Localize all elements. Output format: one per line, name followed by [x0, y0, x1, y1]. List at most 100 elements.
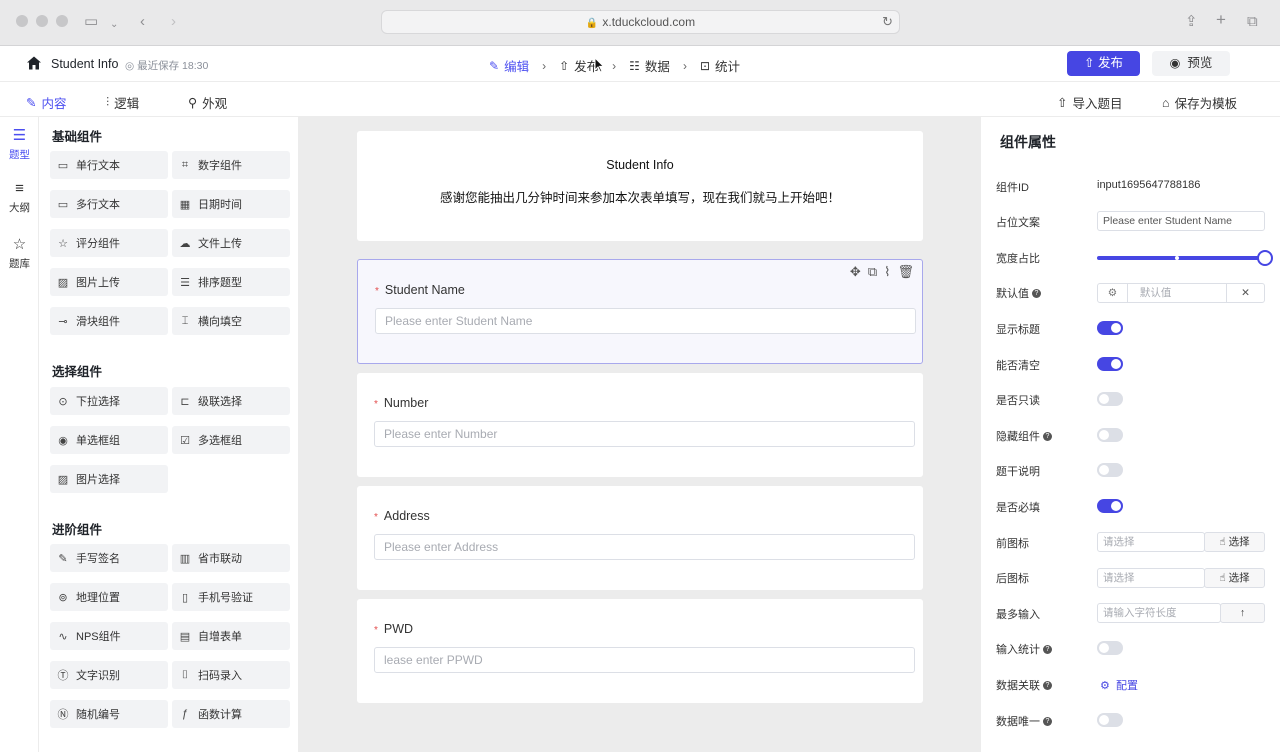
component-datetime[interactable]: ▦ 日期时间 [172, 190, 290, 218]
component-single-text[interactable]: ▭ 单行文本 [50, 151, 168, 179]
step-data[interactable]: ☷ 数据 [629, 56, 670, 75]
component-image-select[interactable]: ▨ 图片选择 [50, 465, 168, 493]
component-checkbox[interactable]: ☑ 多选框组 [172, 426, 290, 454]
component-file-upload[interactable]: ☁ 文件上传 [172, 229, 290, 257]
field-card-number[interactable]: * Number Please enter Number [357, 373, 923, 477]
prefix-icon-select-button[interactable]: ☝ 选择 [1204, 532, 1265, 552]
step-edit[interactable]: ✎ 编辑 [489, 56, 529, 75]
component-function[interactable]: ƒ 函数计算 [172, 700, 290, 728]
step-stats[interactable]: ⊡ 统计 [700, 56, 740, 75]
tab-logic[interactable]: ⫶ 逻辑 [106, 93, 139, 112]
suffix-icon-input[interactable]: 请选择 [1097, 568, 1205, 588]
new-tab-icon[interactable]: + [1216, 11, 1226, 29]
help-icon[interactable]: ? [1043, 716, 1052, 726]
component-slider[interactable]: ⊸ 滑块组件 [50, 307, 168, 335]
student-name-input[interactable]: Please enter Student Name [375, 308, 916, 334]
placeholder-input[interactable]: Please enter Student Name [1097, 211, 1265, 231]
share-icon[interactable]: ⇪ [1185, 13, 1198, 31]
rail-outline[interactable]: ≡ 大纲 [0, 180, 39, 215]
component-signature[interactable]: ✎ 手写签名 [50, 544, 168, 572]
relation-config-button[interactable]: ⚙ 配置 [1100, 677, 1138, 693]
component-location[interactable]: ⊚ 地理位置 [50, 583, 168, 611]
reload-icon[interactable]: ↻ [882, 11, 893, 33]
trash-icon[interactable]: 🗑 [897, 264, 914, 280]
form-description[interactable]: 感谢您能抽出几分钟时间来参加本次表单填写，现在我们就马上开始吧！ [357, 187, 923, 206]
component-scan[interactable]: ⌷ 扫码录入 [172, 661, 290, 689]
input-count-toggle[interactable] [1097, 641, 1123, 655]
form-title[interactable]: Student Info [51, 57, 118, 71]
pwd-input[interactable]: lease enter PPWD [374, 647, 915, 673]
chevron-down-icon[interactable]: ⌄ [110, 16, 118, 34]
component-nps[interactable]: ∿ NPS组件 [50, 622, 168, 650]
component-multi-text[interactable]: ▭ 多行文本 [50, 190, 168, 218]
show-title-toggle[interactable] [1097, 321, 1123, 335]
help-icon[interactable]: ? [1043, 680, 1052, 690]
number-input[interactable]: Please enter Number [374, 421, 915, 447]
slider-handle[interactable] [1257, 250, 1273, 266]
back-icon[interactable]: ‹ [140, 13, 145, 31]
component-auto-table[interactable]: ▤ 自增表单 [172, 622, 290, 650]
help-icon[interactable]: ? [1043, 644, 1052, 654]
rail-question-types[interactable]: ☰ 题型 [0, 126, 39, 162]
image-icon: ▨ [57, 473, 69, 486]
prop-label-suffix-icon: 后图标 [996, 573, 1029, 585]
field-card-pwd[interactable]: * PWD lease enter PPWD [357, 599, 923, 703]
sidebar-toggle-icon[interactable]: ▭ [84, 13, 98, 31]
tab-content[interactable]: ✎ 内容 [26, 93, 67, 112]
publish-button[interactable]: ⇧ 发布 [1067, 51, 1140, 76]
help-icon[interactable]: ? [1032, 288, 1041, 298]
unique-toggle[interactable] [1097, 713, 1123, 727]
form-heading[interactable]: Student Info [357, 158, 923, 172]
component-image-upload[interactable]: ▨ 图片上传 [50, 268, 168, 296]
component-random-number[interactable]: Ⓝ 随机编号 [50, 700, 168, 728]
save-template-button[interactable]: ⌂ 保存为模板 [1162, 93, 1237, 112]
default-value-input[interactable]: ⚙ 默认值 ✕ [1097, 283, 1265, 303]
address-bar[interactable]: 🔒 x.tduckcloud.com ↻ [381, 10, 900, 34]
address-input[interactable]: Please enter Address [374, 534, 915, 560]
forward-icon[interactable]: › [171, 13, 176, 31]
field-card-address[interactable]: * Address Please enter Address [357, 486, 923, 590]
import-questions-button[interactable]: ⇧ 导入题目 [1057, 93, 1123, 112]
component-radio[interactable]: ◉ 单选框组 [50, 426, 168, 454]
maxlength-input[interactable]: 请输入字符长度 [1097, 603, 1221, 623]
prop-label-hidden-text: 隐藏组件 [996, 431, 1040, 443]
field-card-student-name[interactable]: ✥ ⧉ ⌇ 🗑 * Student Name Please enter Stude… [357, 259, 923, 364]
component-sort[interactable]: ☰ 排序题型 [172, 268, 290, 296]
home-icon[interactable] [26, 55, 42, 71]
form-header-card[interactable]: Student Info 感谢您能抽出几分钟时间来参加本次表单填写，现在我们就马… [357, 131, 923, 241]
clearable-toggle[interactable] [1097, 357, 1123, 371]
component-ocr[interactable]: Ⓣ 文字识别 [50, 661, 168, 689]
tab-appearance[interactable]: ⚲ 外观 [188, 93, 227, 112]
help-icon[interactable]: ? [1043, 431, 1052, 441]
prefix-icon-input[interactable]: 请选择 [1097, 532, 1205, 552]
description-toggle[interactable] [1097, 463, 1123, 477]
readonly-toggle[interactable] [1097, 392, 1123, 406]
suffix-icon-select-button[interactable]: ☝ 选择 [1204, 568, 1265, 588]
required-toggle[interactable] [1097, 499, 1123, 513]
copy-icon[interactable]: ⧉ [868, 264, 877, 280]
component-fill-blank[interactable]: ⌶ 横向填空 [172, 307, 290, 335]
close-icon[interactable]: ✕ [1226, 284, 1264, 302]
preview-button[interactable]: ◉ 预览 [1152, 51, 1230, 76]
component-cascader[interactable]: ⊏ 级联选择 [172, 387, 290, 415]
component-dropdown[interactable]: ⊙ 下拉选择 [50, 387, 168, 415]
component-rating[interactable]: ☆ 评分组件 [50, 229, 168, 257]
cascader-icon: ⊏ [180, 395, 190, 408]
tab-overview-icon[interactable]: ⧉ [1247, 13, 1258, 31]
attach-icon[interactable]: ⌇ [884, 264, 890, 280]
rail-question-bank[interactable]: ☆ 题库 [0, 235, 39, 271]
component-number[interactable]: ⌗ 数字组件 [172, 151, 290, 179]
component-label: 多选框组 [198, 435, 242, 447]
component-province-city[interactable]: ▥ 省市联动 [172, 544, 290, 572]
component-panel: 基础组件 ▭ 单行文本 ⌗ 数字组件 ▭ 多行文本 ▦ 日期时间 ☆ 评分组件 ☁ 文件上传… [39, 117, 299, 752]
move-icon[interactable]: ✥ [850, 264, 861, 280]
field-label-text: Number [383, 396, 429, 410]
component-phone-verify[interactable]: ▯ 手机号验证 [172, 583, 290, 611]
width-slider[interactable] [1097, 250, 1273, 266]
window-controls[interactable] [16, 15, 68, 27]
maxlength-stepper-up[interactable]: ↑ [1220, 603, 1265, 623]
dropdown-icon: ⊙ [58, 395, 68, 408]
hidden-toggle[interactable] [1097, 428, 1123, 442]
gear-icon[interactable]: ⚙ [1098, 284, 1128, 302]
number-icon: ⌗ [181, 158, 189, 171]
